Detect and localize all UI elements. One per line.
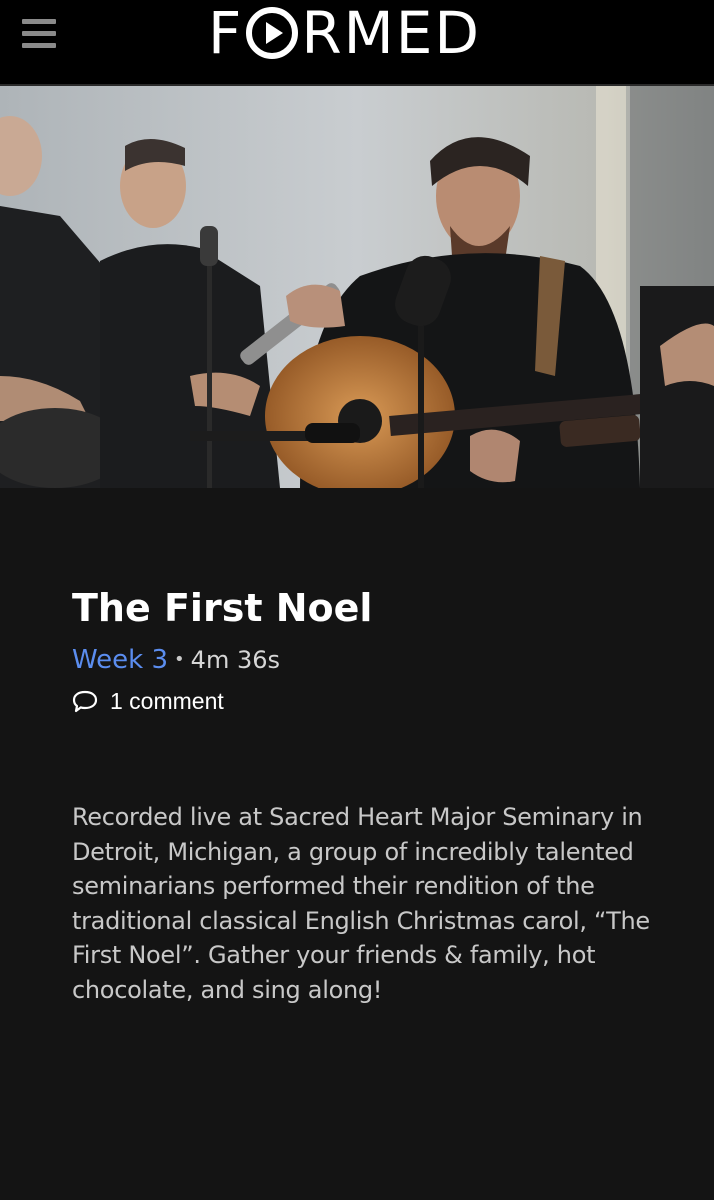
- video-meta: Week 3 • 4m 36s: [72, 640, 672, 680]
- week-link[interactable]: Week 3: [72, 640, 168, 680]
- video-title: The First Noel: [72, 586, 373, 630]
- video-duration: 4m 36s: [190, 646, 280, 674]
- comments-link[interactable]: 1 comment: [72, 688, 672, 715]
- meta-separator: •: [174, 649, 185, 670]
- logo-text-right: RMED: [301, 0, 482, 67]
- video-details: The First Noel Week 3 • 4m 36s 1 comment: [72, 580, 672, 715]
- logo-text-left: F: [208, 0, 244, 67]
- video-description: Recorded live at Sacred Heart Major Semi…: [72, 803, 650, 1004]
- play-circle-icon: [246, 7, 299, 59]
- formed-logo[interactable]: F RMED: [208, 0, 482, 67]
- top-bar: F RMED: [0, 0, 714, 86]
- speech-bubble-icon: [72, 690, 98, 712]
- video-thumbnail[interactable]: [0, 86, 714, 488]
- musicians-image: [0, 86, 714, 488]
- comments-count: 1 comment: [110, 688, 224, 714]
- hamburger-menu-icon[interactable]: [22, 19, 56, 49]
